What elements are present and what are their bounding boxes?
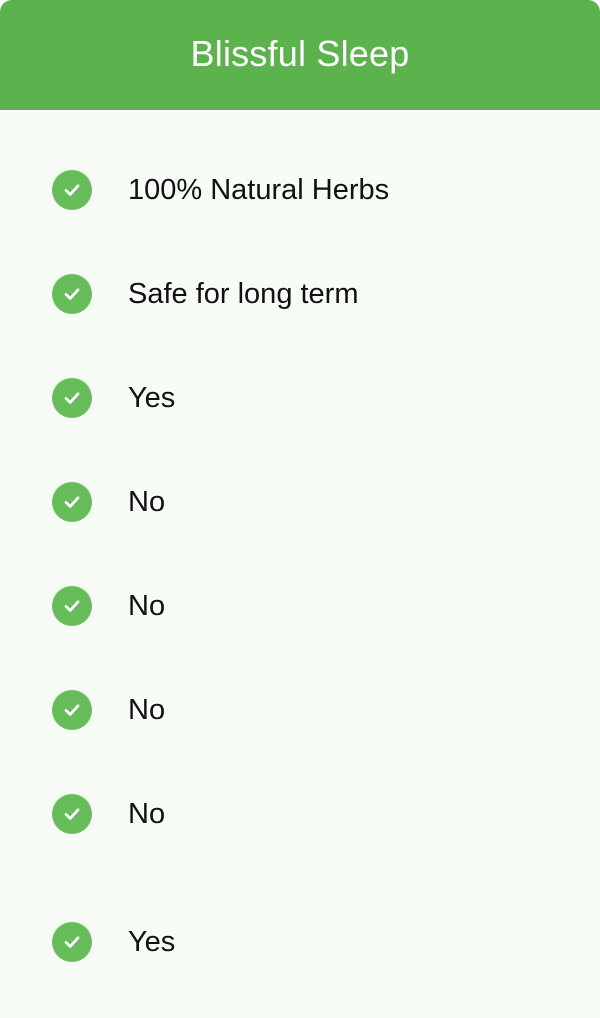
check-circle-icon [52,274,92,314]
card-title: Blissful Sleep [190,33,410,74]
check-circle-icon [52,922,92,962]
feature-label: No [128,589,166,622]
feature-item: 100% Natural Herbs [52,170,389,210]
feature-item: Yes [52,922,175,962]
feature-label: 100% Natural Herbs [128,173,390,206]
feature-label: No [128,693,166,726]
check-circle-icon [52,482,92,522]
feature-label: Yes [128,381,176,414]
check-circle-icon [52,690,92,730]
comparison-card: Blissful Sleep 100% Natural Herbs Safe f… [0,0,600,1018]
card-header: Blissful Sleep [0,0,600,110]
feature-item: Yes [52,378,175,418]
feature-label: No [128,485,166,518]
feature-item: Safe for long term [52,274,359,314]
feature-label: Safe for long term [128,277,359,310]
check-circle-icon [52,378,92,418]
feature-item: No [52,690,165,730]
feature-item: No [52,794,165,834]
check-circle-icon [52,586,92,626]
feature-label: No [128,797,166,830]
feature-label: Yes [128,925,176,958]
feature-item: No [52,586,165,626]
check-circle-icon [52,170,92,210]
check-circle-icon [52,794,92,834]
feature-item: No [52,482,165,522]
